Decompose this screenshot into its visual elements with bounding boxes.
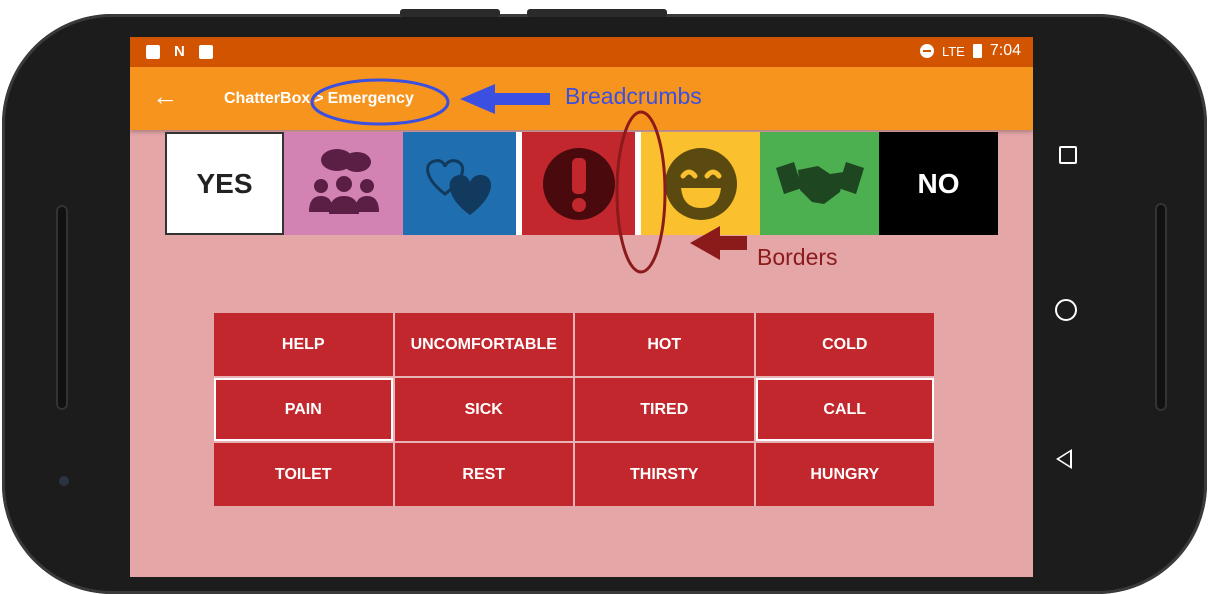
tile-handshake[interactable]	[760, 132, 879, 235]
home-button-icon[interactable]	[1055, 299, 1077, 321]
signal-icon: LTE	[941, 43, 965, 59]
notification-icon	[198, 44, 213, 59]
handshake-icon	[775, 161, 864, 204]
front-camera	[59, 476, 69, 486]
word-button-hot[interactable]: HOT	[575, 313, 754, 376]
smiley-icon	[664, 147, 737, 220]
volume-button	[400, 9, 500, 17]
clock: 7:04	[989, 42, 1021, 59]
word-button-thirsty[interactable]: THIRSTY	[575, 443, 754, 506]
word-button-help[interactable]: HELP	[214, 313, 393, 376]
status-bar: N LTE 7:04	[130, 37, 1033, 67]
breadcrumb-current: Emergency	[327, 90, 414, 107]
power-button	[527, 9, 667, 17]
word-button-tired[interactable]: TIRED	[575, 378, 754, 441]
nav-back-icon[interactable]	[1056, 449, 1072, 469]
breadcrumbs-annotation-label: Breadcrumbs	[565, 83, 702, 109]
nfc-icon: N	[174, 43, 185, 60]
borders-annotation-label: Borders	[757, 244, 838, 270]
tile-happy[interactable]	[641, 132, 760, 235]
breadcrumb-separator: >	[314, 90, 324, 107]
breadcrumb-root[interactable]: ChatterBox	[224, 90, 310, 108]
word-button-pain[interactable]: PAIN	[214, 378, 393, 441]
word-grid: HELP UNCOMFORTABLE HOT COLD PAIN SICK TI…	[214, 313, 934, 506]
tile-people[interactable]	[284, 132, 403, 235]
word-button-toilet[interactable]: TOILET	[214, 443, 393, 506]
battery-icon	[972, 44, 982, 58]
tile-no[interactable]: NO	[879, 132, 998, 235]
tile-love[interactable]	[403, 132, 522, 235]
app-screen: N LTE 7:04 ← ChatterBox > Emergency YES	[130, 37, 1033, 577]
word-button-sick[interactable]: SICK	[394, 378, 573, 441]
recents-button-icon[interactable]	[1059, 146, 1077, 164]
tile-emergency[interactable]	[522, 132, 641, 235]
exclamation-icon	[542, 147, 615, 220]
word-button-hungry[interactable]: HUNGRY	[755, 443, 934, 506]
word-button-uncomfortable[interactable]: UNCOMFORTABLE	[394, 313, 573, 376]
tile-yes[interactable]: YES	[165, 132, 284, 235]
do-not-disturb-icon	[919, 44, 934, 58]
sd-card-icon	[146, 44, 160, 59]
word-button-call[interactable]: CALL	[755, 378, 934, 441]
breadcrumb: ChatterBox > Emergency	[224, 90, 414, 108]
word-button-rest[interactable]: REST	[394, 443, 573, 506]
speaker-right	[1155, 203, 1167, 411]
hearts-icon	[425, 158, 491, 215]
word-button-cold[interactable]: COLD	[755, 313, 934, 376]
speaker-left	[56, 205, 68, 410]
back-arrow-icon[interactable]: ←	[152, 83, 178, 109]
people-talking-icon	[308, 148, 379, 214]
category-tile-bar: YES NO	[165, 132, 1000, 235]
